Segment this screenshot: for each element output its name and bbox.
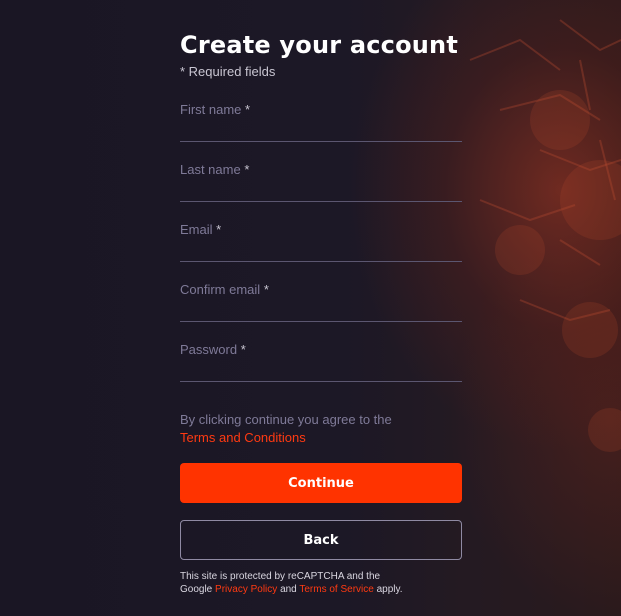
continue-button[interactable]: Continue [180, 463, 462, 503]
signup-form: Create your account * Required fields Fi… [180, 28, 462, 595]
password-field[interactable]: Password * [180, 341, 462, 382]
signup-page: Create your account * Required fields Fi… [0, 0, 621, 616]
agreement-text: By clicking continue you agree to the [180, 412, 392, 427]
privacy-policy-link[interactable]: Privacy Policy [215, 584, 277, 595]
recaptcha-links-line: Google Privacy Policy and Terms of Servi… [180, 584, 403, 595]
last-name-field[interactable]: Last name * [180, 161, 462, 202]
first-name-label: First name * [180, 102, 251, 117]
recaptcha-notice: This site is protected by reCAPTCHA and … [180, 570, 462, 596]
email-field[interactable]: Email * [180, 221, 462, 262]
confirm-email-label: Confirm email * [180, 282, 269, 297]
password-label: Password * [180, 342, 246, 357]
recaptcha-text: This site is protected by reCAPTCHA and … [180, 571, 381, 582]
first-name-field[interactable]: First name * [180, 101, 462, 142]
terms-of-service-link[interactable]: Terms of Service [299, 584, 373, 595]
last-name-label: Last name * [180, 162, 250, 177]
terms-agreement: By clicking continue you agree to the Te… [180, 411, 462, 447]
required-fields-note: * Required fields [180, 64, 276, 79]
terms-and-conditions-link[interactable]: Terms and Conditions [180, 430, 306, 445]
email-label: Email * [180, 222, 222, 237]
confirm-email-field[interactable]: Confirm email * [180, 281, 462, 322]
page-title: Create your account [180, 31, 459, 59]
back-button[interactable]: Back [180, 520, 462, 560]
